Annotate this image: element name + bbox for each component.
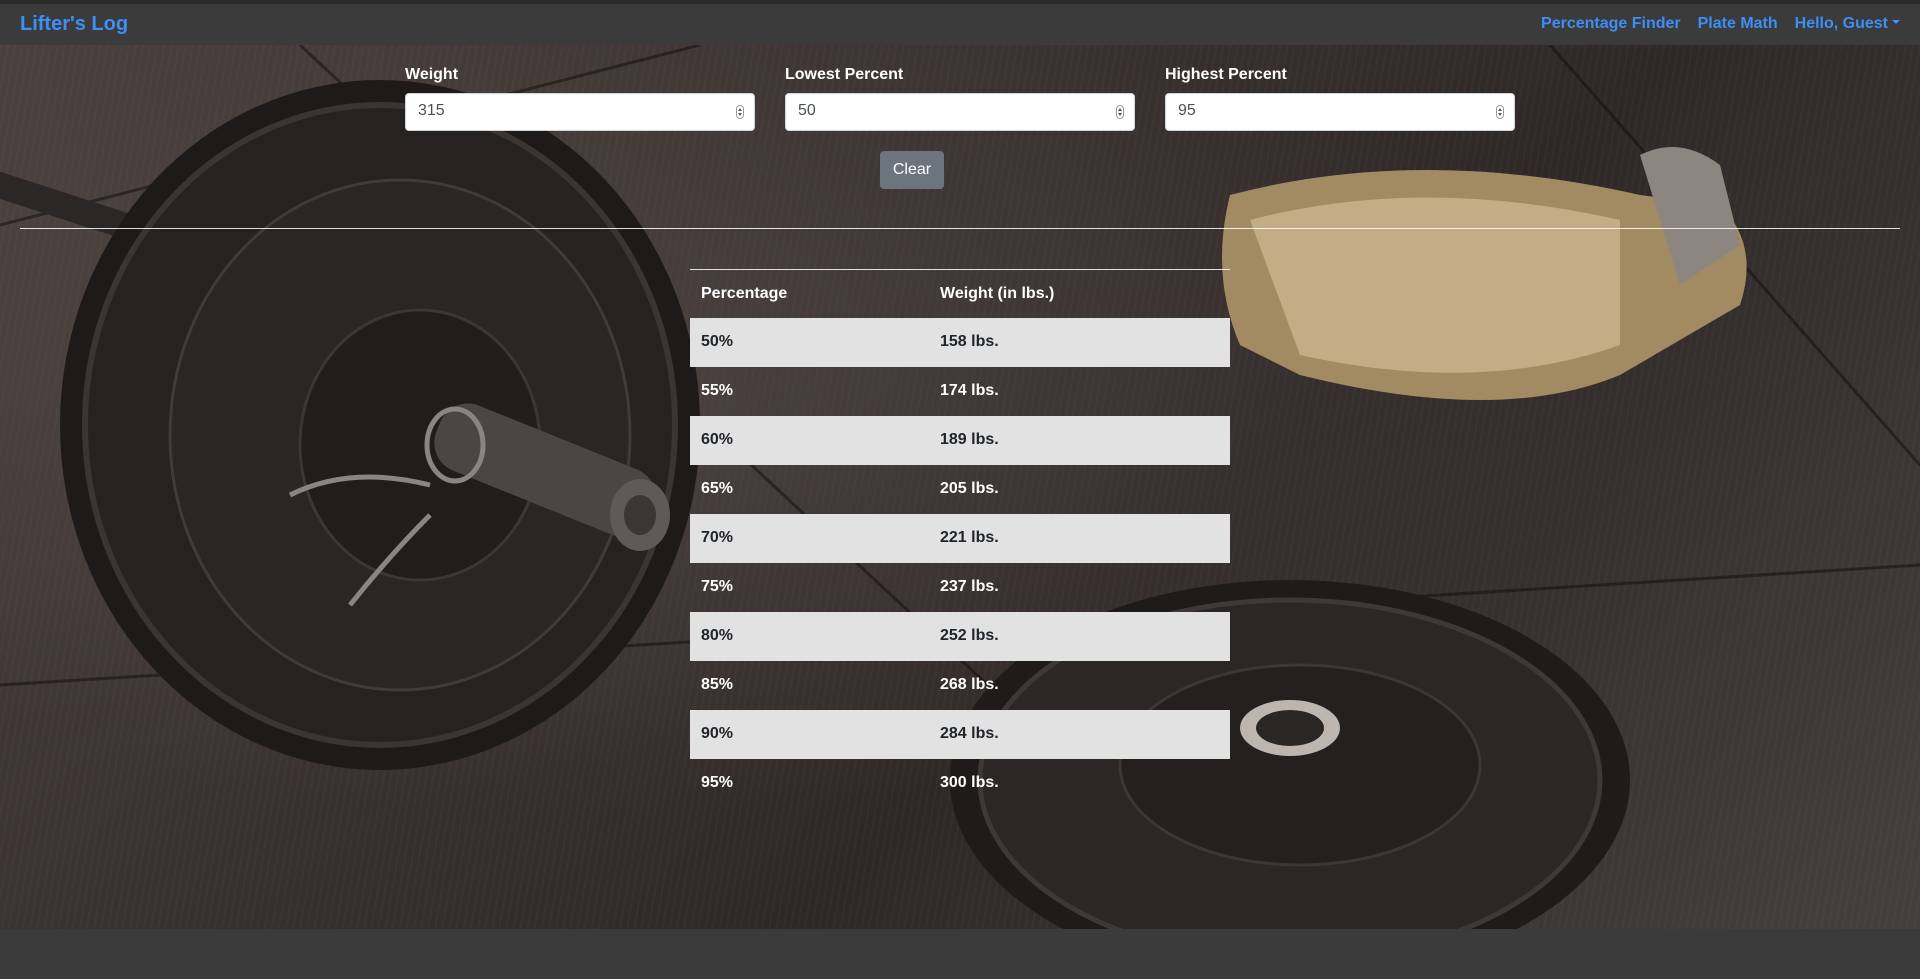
number-spinner-icon[interactable] (1496, 105, 1504, 119)
percent-cell: 95% (701, 774, 734, 791)
column-header-percentage: Percentage (701, 284, 788, 302)
table-row: 50% 158 lbs. (690, 317, 1230, 367)
top-navbar: Lifter's Log Percentage Finder Plate Mat… (0, 0, 1920, 45)
percent-cell: 60% (690, 415, 929, 465)
number-spinner-icon[interactable] (1116, 105, 1124, 119)
percentage-table: Percentage Weight (in lbs.) 50% 158 lbs. … (690, 269, 1230, 808)
percent-cell: 80% (690, 611, 929, 661)
table-row: 60% 189 lbs. (690, 415, 1230, 465)
percent-cell: 65% (701, 480, 734, 497)
weight-label: Weight (405, 66, 459, 83)
caret-down-icon (1892, 20, 1900, 24)
table-row: 70% 221 lbs. (690, 513, 1230, 563)
table-row: 80% 252 lbs. (690, 611, 1230, 661)
highest-percent-group: Highest Percent (1165, 66, 1515, 131)
percent-cell: 70% (690, 513, 929, 563)
weight-cell: 221 lbs. (929, 513, 1230, 563)
weight-cell: 237 lbs. (940, 578, 999, 595)
user-menu-label: Hello, Guest (1794, 15, 1888, 32)
highest-percent-label: Highest Percent (1165, 66, 1287, 83)
weight-cell: 205 lbs. (940, 480, 999, 497)
lowest-percent-input[interactable] (798, 102, 1098, 120)
weight-group: Weight (405, 66, 755, 131)
table-row: 85% 268 lbs. (690, 661, 1230, 710)
weight-cell: 158 lbs. (929, 317, 1230, 367)
lowest-percent-input-wrapper (785, 93, 1135, 131)
table-row: 90% 284 lbs. (690, 709, 1230, 759)
percent-cell: 75% (701, 578, 734, 595)
number-spinner-icon[interactable] (736, 105, 744, 119)
percent-cell: 55% (701, 382, 734, 399)
percent-cell: 85% (701, 676, 734, 693)
app-root: Lifter's Log Percentage Finder Plate Mat… (0, 0, 1920, 979)
nav-links: Percentage Finder Plate Math Hello, Gues… (1541, 15, 1900, 33)
brand-link[interactable]: Lifter's Log (20, 13, 128, 36)
weight-cell: 174 lbs. (940, 382, 999, 399)
table-row: 75% 237 lbs. (690, 563, 1230, 612)
user-menu-toggle[interactable]: Hello, Guest (1795, 15, 1900, 33)
clear-button[interactable]: Clear (880, 151, 944, 189)
highest-percent-input-wrapper (1165, 93, 1515, 131)
percent-cell: 90% (690, 709, 929, 759)
weight-input[interactable] (418, 102, 718, 120)
footer (0, 929, 1920, 979)
weight-input-wrapper (405, 93, 755, 131)
table-header-row: Percentage Weight (in lbs.) (690, 269, 1230, 318)
nav-link-percentage-finder[interactable]: Percentage Finder (1541, 15, 1681, 33)
weight-cell: 300 lbs. (940, 774, 999, 791)
lowest-percent-group: Lowest Percent (785, 66, 1135, 131)
column-header-weight: Weight (in lbs.) (940, 284, 1055, 302)
table-row: 55% 174 lbs. (690, 367, 1230, 416)
barbell-plate (60, 80, 700, 770)
highest-percent-input[interactable] (1178, 102, 1478, 120)
lowest-percent-label: Lowest Percent (785, 66, 904, 83)
weight-cell: 189 lbs. (929, 415, 1230, 465)
divider (20, 228, 1900, 229)
table-row: 95% 300 lbs. (690, 759, 1230, 808)
weight-cell: 252 lbs. (929, 611, 1230, 661)
table-row: 65% 205 lbs. (690, 465, 1230, 514)
weight-cell: 268 lbs. (940, 676, 999, 693)
lifting-belt (1222, 147, 1747, 400)
percent-cell: 50% (690, 317, 929, 367)
nav-link-plate-math[interactable]: Plate Math (1698, 15, 1778, 33)
weight-cell: 284 lbs. (929, 709, 1230, 759)
